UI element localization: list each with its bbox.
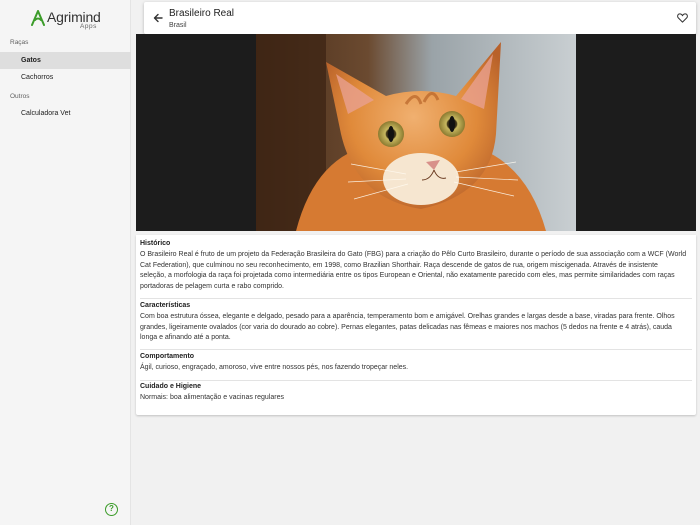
section-title: Cuidado e Higiene (140, 383, 202, 390)
text-line: longa e afinando até a ponta. (140, 334, 231, 341)
arrow-back-icon[interactable] (152, 12, 164, 24)
text-line: Cat Federation), que culminou no seu rec… (140, 261, 658, 269)
sidebar: Agrimind Apps Raças Gatos Cachorros Outr… (0, 0, 131, 525)
divider (140, 298, 692, 299)
text-line: Normais: boa alimentação e vacinas regul… (140, 394, 284, 401)
section-body: Normais: boa alimentação e vacinas regul… (140, 393, 692, 404)
section-comportamento: Comportamento Ágil, curioso, engraçado, … (140, 353, 692, 374)
breed-details-card: Histórico O Brasileiro Real é fruto de u… (136, 235, 696, 415)
section-title: Comportamento (140, 353, 195, 360)
text-line: portadoras de pelagem curta e rabo compr… (140, 282, 284, 290)
section-body: O Brasileiro Real é fruto de um projeto … (140, 250, 692, 292)
agrimind-logo-icon (31, 10, 45, 26)
section-caracteristicas: Características Com boa estrutura óssea,… (140, 302, 692, 344)
page-subtitle: Brasil (169, 22, 187, 29)
breed-image-container (136, 34, 696, 231)
text-line: Com boa estrutura óssea, elegante e delg… (140, 313, 675, 320)
divider (140, 349, 692, 350)
app-bar: Brasileiro Real Brasil (144, 2, 696, 34)
section-cuidado-higiene: Cuidado e Higiene Normais: boa alimentaç… (140, 383, 692, 404)
section-body: Com boa estrutura óssea, elegante e delg… (140, 312, 692, 344)
section-label-racas: Raças (10, 39, 29, 46)
section-historico: Histórico O Brasileiro Real é fruto de u… (140, 240, 692, 292)
heart-outline-icon[interactable] (677, 13, 688, 23)
breed-photo (256, 34, 576, 231)
divider (140, 380, 692, 381)
logo-subtitle: Apps (80, 23, 97, 30)
section-title: Histórico (140, 240, 171, 247)
app-logo: Agrimind Apps (31, 9, 131, 31)
text-line: grandes, ligeiramente ovalados (cor vari… (140, 323, 672, 331)
text-line: O Brasileiro Real é fruto de um projeto … (140, 251, 687, 258)
page-title: Brasileiro Real (169, 8, 235, 19)
help-icon[interactable]: ? (105, 503, 118, 516)
section-label-outros: Outros (10, 93, 30, 100)
sidebar-item-calculadora-vet[interactable]: Calculadora Vet (0, 105, 131, 122)
section-title: Características (140, 302, 191, 309)
text-line: seleção, a morfologia da raça foi projet… (140, 272, 675, 279)
text-line: Ágil, curioso, engraçado, amoroso, vive … (140, 364, 409, 371)
section-body: Ágil, curioso, engraçado, amoroso, vive … (140, 363, 692, 374)
sidebar-item-cachorros[interactable]: Cachorros (0, 69, 131, 86)
sidebar-item-gatos[interactable]: Gatos (0, 52, 131, 69)
